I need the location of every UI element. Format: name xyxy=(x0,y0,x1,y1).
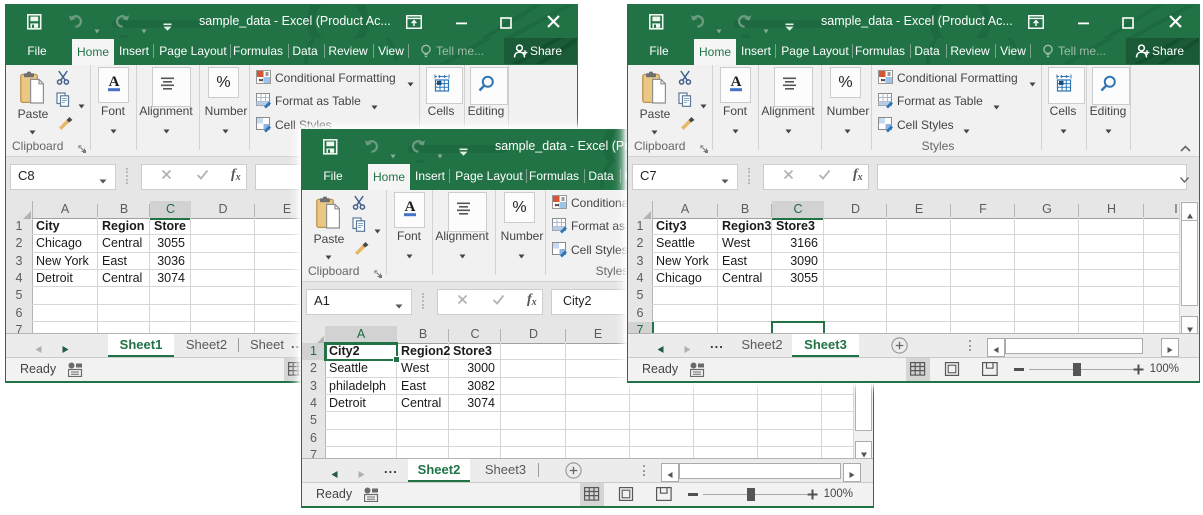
svg-text:A: A xyxy=(730,74,741,90)
svg-text:A: A xyxy=(108,74,119,90)
svg-text:A: A xyxy=(404,199,415,215)
